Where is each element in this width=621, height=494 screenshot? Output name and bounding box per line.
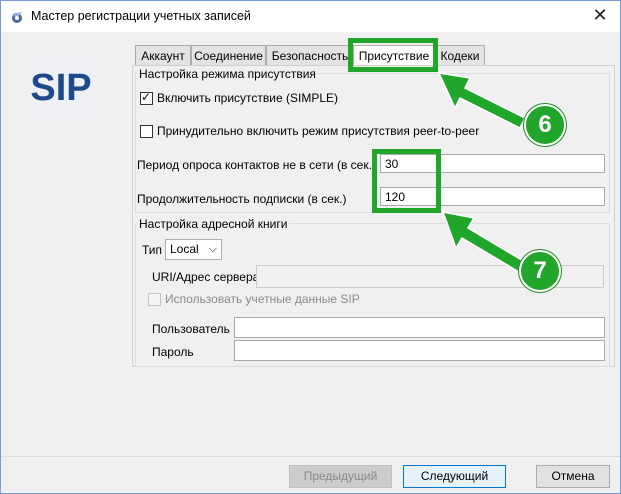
step-badge-6: 6 [524,104,566,146]
step-badge-7: 7 [519,250,561,292]
arrow-6 [437,72,527,130]
annotation-arrows [437,72,527,274]
arrow-7 [441,211,527,274]
